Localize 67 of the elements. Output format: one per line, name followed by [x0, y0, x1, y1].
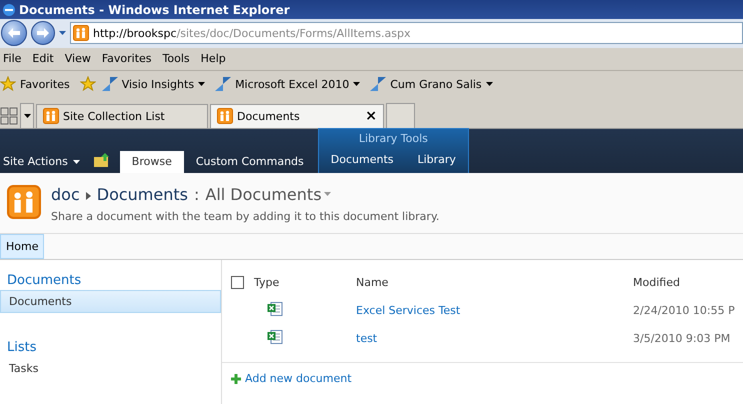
site-icon	[73, 25, 89, 42]
menu-item[interactable]: Help	[198, 52, 234, 66]
library-description: Share a document with the team by adding it to this document library.	[51, 210, 440, 223]
caret-icon	[198, 82, 206, 86]
shapes-icon	[102, 77, 118, 92]
spreadsheet-icon	[267, 300, 283, 317]
ribbon-tab[interactable]: Library	[405, 148, 468, 171]
ribbon-tab[interactable]: Custom Commands	[184, 150, 316, 173]
shapes-icon	[370, 77, 386, 92]
favorite-link[interactable]: Visio Insights	[102, 77, 210, 92]
column-header[interactable]: Modified	[633, 276, 743, 289]
close-button[interactable]: ×	[365, 108, 377, 124]
favorite-link[interactable]: Cum Grano Salis	[370, 77, 497, 92]
favorite-link[interactable]: Microsoft Excel 2010	[215, 77, 364, 92]
star-icon[interactable]	[0, 76, 16, 92]
folder-up-icon[interactable]	[94, 152, 110, 167]
back-button[interactable]	[1, 20, 27, 46]
caret-icon	[324, 192, 331, 196]
quick-launch-heading[interactable]: Lists	[0, 337, 221, 358]
plus-icon	[231, 374, 241, 384]
quick-launch-item[interactable]: Tasks	[0, 357, 221, 380]
column-header[interactable]: Type	[254, 276, 356, 289]
menu-item[interactable]: Favorites	[98, 52, 160, 66]
shapes-icon	[215, 77, 232, 92]
window-title: Documents - Windows Internet Explorer	[19, 2, 290, 17]
view-selector[interactable]: All Documents	[205, 184, 331, 204]
ribbon-tab[interactable]: Browse	[120, 150, 184, 173]
favorites-button[interactable]: Favorites	[0, 76, 74, 92]
breadcrumb-arrow-icon	[86, 192, 91, 200]
modified-date: 2/24/2010 10:55 P	[633, 304, 736, 317]
menu-item[interactable]: View	[62, 52, 99, 66]
site-actions-menu[interactable]: Site Actions	[0, 150, 86, 173]
browser-tab[interactable]: Documents ×	[210, 104, 384, 128]
spreadsheet-icon	[267, 328, 283, 345]
caret-icon	[486, 82, 493, 86]
menu-item[interactable]: Tools	[160, 52, 198, 66]
quick-launch-item[interactable]: Documents	[0, 290, 221, 314]
quick-launch-heading[interactable]: Documents	[0, 270, 221, 290]
left-arrow-icon	[8, 28, 20, 38]
modified-date: 3/5/2010 9:03 PM	[633, 332, 732, 345]
contextual-group-title: Library Tools	[358, 131, 429, 148]
nav-tab[interactable]: Home	[0, 234, 44, 260]
caret-icon	[24, 114, 30, 118]
site-icon	[217, 108, 233, 124]
quick-tabs-icon[interactable]	[0, 106, 18, 125]
menu-item[interactable]: Edit	[29, 52, 62, 66]
right-arrow-icon	[37, 28, 49, 38]
caret-icon	[72, 160, 80, 164]
site-link[interactable]: doc	[51, 184, 80, 204]
browser-tab[interactable]: Site Collection List	[36, 104, 208, 128]
menu-item[interactable]: File	[0, 52, 30, 66]
select-all-checkbox[interactable]	[231, 276, 244, 289]
browser-logo-icon	[2, 2, 16, 17]
address-field[interactable]: http://brookspc/sites/doc/Documents/Forms/AllItems.aspx	[70, 22, 743, 44]
library-link[interactable]: Documents	[96, 184, 188, 204]
document-link[interactable]: Excel Services Test	[356, 304, 633, 317]
column-header[interactable]: Name	[356, 276, 633, 289]
site-icon	[43, 108, 59, 124]
tab-list-button[interactable]	[20, 102, 34, 128]
caret-icon	[59, 31, 66, 36]
ribbon-tab[interactable]: Documents	[318, 148, 406, 171]
breadcrumb-separator: :	[194, 184, 200, 204]
document-link[interactable]: test	[356, 332, 633, 345]
logo-icon	[7, 184, 41, 219]
caret-icon	[353, 82, 360, 86]
add-document-link[interactable]: Add new document	[222, 362, 743, 386]
forward-button[interactable]	[31, 21, 55, 46]
